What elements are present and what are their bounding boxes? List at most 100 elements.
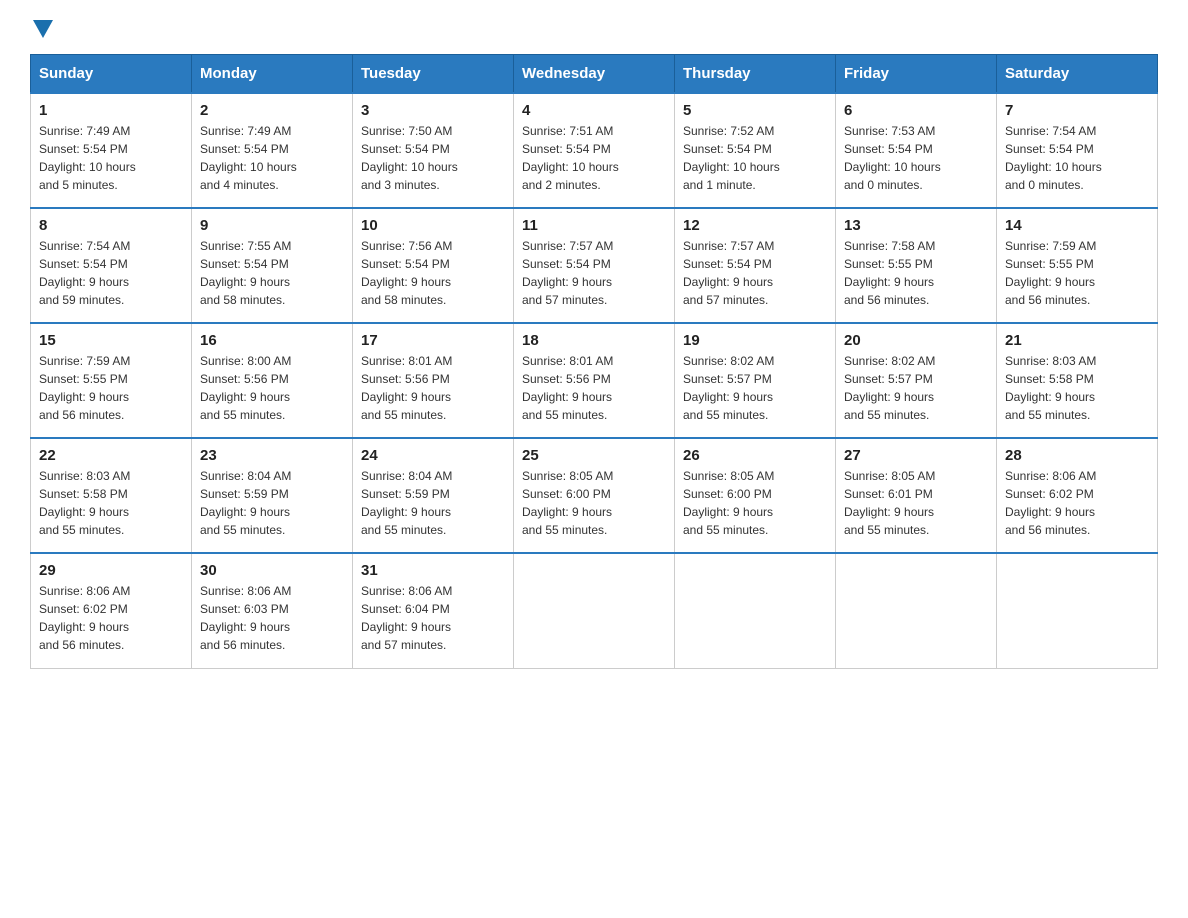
day-number: 26: [683, 447, 827, 464]
calendar-week-row: 8 Sunrise: 7:54 AMSunset: 5:54 PMDaylight…: [31, 208, 1158, 323]
weekday-header-row: SundayMondayTuesdayWednesdayThursdayFrid…: [31, 55, 1158, 94]
day-info: Sunrise: 7:51 AMSunset: 5:54 PMDaylight:…: [522, 122, 666, 194]
calendar-day-cell: 9 Sunrise: 7:55 AMSunset: 5:54 PMDaylight…: [192, 208, 353, 323]
day-number: 21: [1005, 332, 1149, 349]
day-info: Sunrise: 8:01 AMSunset: 5:56 PMDaylight:…: [522, 352, 666, 424]
calendar-day-cell: 18 Sunrise: 8:01 AMSunset: 5:56 PMDayligh…: [514, 323, 675, 438]
day-number: 22: [39, 447, 183, 464]
day-number: 25: [522, 447, 666, 464]
day-number: 4: [522, 102, 666, 119]
day-number: 16: [200, 332, 344, 349]
calendar-day-cell: 31 Sunrise: 8:06 AMSunset: 6:04 PMDayligh…: [353, 553, 514, 668]
day-info: Sunrise: 8:06 AMSunset: 6:04 PMDaylight:…: [361, 582, 505, 654]
calendar-day-cell: [836, 553, 997, 668]
day-number: 31: [361, 562, 505, 579]
calendar-day-cell: 16 Sunrise: 8:00 AMSunset: 5:56 PMDayligh…: [192, 323, 353, 438]
calendar-day-cell: 24 Sunrise: 8:04 AMSunset: 5:59 PMDayligh…: [353, 438, 514, 553]
day-number: 24: [361, 447, 505, 464]
day-info: Sunrise: 7:49 AMSunset: 5:54 PMDaylight:…: [200, 122, 344, 194]
day-number: 23: [200, 447, 344, 464]
day-info: Sunrise: 8:05 AMSunset: 6:00 PMDaylight:…: [522, 467, 666, 539]
calendar-week-row: 15 Sunrise: 7:59 AMSunset: 5:55 PMDayligh…: [31, 323, 1158, 438]
day-number: 10: [361, 217, 505, 234]
weekday-header-cell: Thursday: [675, 55, 836, 94]
day-number: 19: [683, 332, 827, 349]
day-number: 28: [1005, 447, 1149, 464]
day-info: Sunrise: 8:02 AMSunset: 5:57 PMDaylight:…: [683, 352, 827, 424]
calendar-day-cell: 7 Sunrise: 7:54 AMSunset: 5:54 PMDaylight…: [997, 93, 1158, 208]
calendar-day-cell: 21Sunrise: 8:03 AMSunset: 5:58 PMDayligh…: [997, 323, 1158, 438]
day-info: Sunrise: 8:01 AMSunset: 5:56 PMDaylight:…: [361, 352, 505, 424]
day-info: Sunrise: 7:55 AMSunset: 5:54 PMDaylight:…: [200, 237, 344, 309]
day-number: 27: [844, 447, 988, 464]
weekday-header-cell: Saturday: [997, 55, 1158, 94]
calendar-day-cell: 11Sunrise: 7:57 AMSunset: 5:54 PMDayligh…: [514, 208, 675, 323]
day-info: Sunrise: 8:04 AMSunset: 5:59 PMDaylight:…: [361, 467, 505, 539]
calendar-day-cell: 17 Sunrise: 8:01 AMSunset: 5:56 PMDayligh…: [353, 323, 514, 438]
calendar-day-cell: 26 Sunrise: 8:05 AMSunset: 6:00 PMDayligh…: [675, 438, 836, 553]
day-info: Sunrise: 8:05 AMSunset: 6:01 PMDaylight:…: [844, 467, 988, 539]
day-number: 18: [522, 332, 666, 349]
day-number: 13: [844, 217, 988, 234]
logo: [30, 20, 53, 36]
calendar-day-cell: 29 Sunrise: 8:06 AMSunset: 6:02 PMDayligh…: [31, 553, 192, 668]
calendar-day-cell: 6 Sunrise: 7:53 AMSunset: 5:54 PMDaylight…: [836, 93, 997, 208]
day-info: Sunrise: 7:50 AMSunset: 5:54 PMDaylight:…: [361, 122, 505, 194]
logo-triangle-icon: [33, 20, 53, 38]
calendar-week-row: 29 Sunrise: 8:06 AMSunset: 6:02 PMDayligh…: [31, 553, 1158, 668]
calendar-day-cell: 28 Sunrise: 8:06 AMSunset: 6:02 PMDayligh…: [997, 438, 1158, 553]
day-info: Sunrise: 8:02 AMSunset: 5:57 PMDaylight:…: [844, 352, 988, 424]
day-info: Sunrise: 7:54 AMSunset: 5:54 PMDaylight:…: [1005, 122, 1149, 194]
calendar-week-row: 1 Sunrise: 7:49 AMSunset: 5:54 PMDaylight…: [31, 93, 1158, 208]
calendar-day-cell: 14 Sunrise: 7:59 AMSunset: 5:55 PMDayligh…: [997, 208, 1158, 323]
day-info: Sunrise: 7:59 AMSunset: 5:55 PMDaylight:…: [1005, 237, 1149, 309]
day-number: 29: [39, 562, 183, 579]
calendar-day-cell: [675, 553, 836, 668]
day-info: Sunrise: 8:05 AMSunset: 6:00 PMDaylight:…: [683, 467, 827, 539]
day-info: Sunrise: 7:57 AMSunset: 5:54 PMDaylight:…: [522, 237, 666, 309]
day-info: Sunrise: 7:49 AMSunset: 5:54 PMDaylight:…: [39, 122, 183, 194]
calendar-day-cell: 23 Sunrise: 8:04 AMSunset: 5:59 PMDayligh…: [192, 438, 353, 553]
calendar-day-cell: 2 Sunrise: 7:49 AMSunset: 5:54 PMDaylight…: [192, 93, 353, 208]
day-number: 3: [361, 102, 505, 119]
calendar-day-cell: 19 Sunrise: 8:02 AMSunset: 5:57 PMDayligh…: [675, 323, 836, 438]
calendar-day-cell: 1 Sunrise: 7:49 AMSunset: 5:54 PMDaylight…: [31, 93, 192, 208]
day-info: Sunrise: 8:04 AMSunset: 5:59 PMDaylight:…: [200, 467, 344, 539]
weekday-header-cell: Friday: [836, 55, 997, 94]
calendar-day-cell: 8 Sunrise: 7:54 AMSunset: 5:54 PMDaylight…: [31, 208, 192, 323]
weekday-header-cell: Tuesday: [353, 55, 514, 94]
day-number: 17: [361, 332, 505, 349]
day-info: Sunrise: 8:00 AMSunset: 5:56 PMDaylight:…: [200, 352, 344, 424]
day-number: 12: [683, 217, 827, 234]
day-info: Sunrise: 8:06 AMSunset: 6:03 PMDaylight:…: [200, 582, 344, 654]
calendar-day-cell: 22Sunrise: 8:03 AMSunset: 5:58 PMDayligh…: [31, 438, 192, 553]
day-info: Sunrise: 8:06 AMSunset: 6:02 PMDaylight:…: [39, 582, 183, 654]
day-number: 8: [39, 217, 183, 234]
day-info: Sunrise: 8:06 AMSunset: 6:02 PMDaylight:…: [1005, 467, 1149, 539]
day-number: 7: [1005, 102, 1149, 119]
day-info: Sunrise: 7:59 AMSunset: 5:55 PMDaylight:…: [39, 352, 183, 424]
page-header: [30, 20, 1158, 36]
weekday-header-cell: Sunday: [31, 55, 192, 94]
calendar-day-cell: [997, 553, 1158, 668]
calendar-table: SundayMondayTuesdayWednesdayThursdayFrid…: [30, 54, 1158, 669]
day-info: Sunrise: 7:53 AMSunset: 5:54 PMDaylight:…: [844, 122, 988, 194]
day-number: 14: [1005, 217, 1149, 234]
weekday-header-cell: Wednesday: [514, 55, 675, 94]
weekday-header-cell: Monday: [192, 55, 353, 94]
day-info: Sunrise: 7:52 AMSunset: 5:54 PMDaylight:…: [683, 122, 827, 194]
day-number: 2: [200, 102, 344, 119]
calendar-day-cell: 15 Sunrise: 7:59 AMSunset: 5:55 PMDayligh…: [31, 323, 192, 438]
calendar-day-cell: 4 Sunrise: 7:51 AMSunset: 5:54 PMDaylight…: [514, 93, 675, 208]
day-number: 15: [39, 332, 183, 349]
day-number: 20: [844, 332, 988, 349]
calendar-week-row: 22Sunrise: 8:03 AMSunset: 5:58 PMDayligh…: [31, 438, 1158, 553]
day-info: Sunrise: 7:54 AMSunset: 5:54 PMDaylight:…: [39, 237, 183, 309]
calendar-day-cell: [514, 553, 675, 668]
day-info: Sunrise: 7:56 AMSunset: 5:54 PMDaylight:…: [361, 237, 505, 309]
day-number: 9: [200, 217, 344, 234]
day-number: 6: [844, 102, 988, 119]
day-number: 1: [39, 102, 183, 119]
calendar-day-cell: 10 Sunrise: 7:56 AMSunset: 5:54 PMDayligh…: [353, 208, 514, 323]
day-info: Sunrise: 7:57 AMSunset: 5:54 PMDaylight:…: [683, 237, 827, 309]
